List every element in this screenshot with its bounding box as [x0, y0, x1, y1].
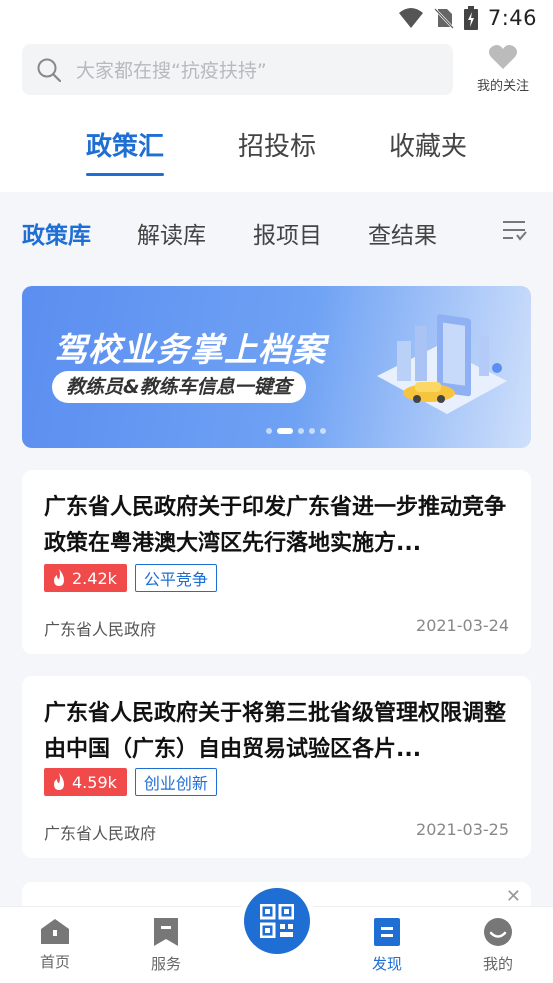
- nav-home[interactable]: 首页: [25, 917, 85, 972]
- profile-icon: [484, 918, 512, 946]
- tab-policy[interactable]: 政策汇: [86, 126, 165, 176]
- hot-count-badge: 4.59k: [44, 768, 127, 796]
- heart-icon: [488, 45, 518, 69]
- tab-bidding-label: 招投标: [238, 132, 317, 162]
- subtab-apply-project[interactable]: 报项目: [253, 216, 322, 250]
- flame-icon: [54, 569, 64, 586]
- sub-tabs: 政策库 解读库 报项目 查结果: [0, 192, 553, 270]
- clock: 7:46: [487, 6, 537, 30]
- subtab-policy-library[interactable]: 政策库: [22, 216, 91, 250]
- banner-pagination: [266, 428, 326, 434]
- tab-favorites[interactable]: 收藏夹: [389, 126, 467, 163]
- policy-card[interactable]: 广东省人民政府关于将第三批省级管理权限调整由中国（广东）自由贸易试验区各片...…: [22, 676, 531, 858]
- policy-card[interactable]: 广东省人民政府关于印发广东省进一步推动竞争政策在粤港澳大湾区先行落地实施方...…: [22, 470, 531, 654]
- policy-title: 广东省人民政府关于将第三批省级管理权限调整由中国（广东）自由贸易试验区各片...: [44, 701, 507, 762]
- hot-count-badge: 2.42k: [44, 564, 127, 592]
- hot-count: 4.59k: [72, 772, 117, 792]
- status-bar: 7:46: [0, 0, 553, 38]
- policy-tags: 4.59k 创业创新: [44, 768, 217, 796]
- search-placeholder: 大家都在搜“抗疫扶持”: [76, 60, 267, 82]
- banner-headline: 驾校业务掌上档案: [54, 330, 326, 369]
- nav-profile-label: 我的: [482, 955, 513, 973]
- discover-icon: [374, 918, 400, 946]
- close-icon[interactable]: ✕: [506, 886, 521, 907]
- search-input[interactable]: 大家都在搜“抗疫扶持”: [22, 44, 453, 95]
- banner-subline: 教练员&教练车信息一键查: [52, 371, 306, 403]
- policy-title: 广东省人民政府关于印发广东省进一步推动竞争政策在粤港澳大湾区先行落地实施方...: [44, 495, 507, 556]
- category-tag[interactable]: 创业创新: [134, 768, 217, 796]
- promo-banner[interactable]: 驾校业务掌上档案 教练员&教练车信息一键查: [22, 286, 531, 448]
- tab-favorites-label: 收藏夹: [389, 132, 468, 162]
- nav-discover[interactable]: 发现: [357, 917, 417, 974]
- policy-date: 2021-03-24: [416, 616, 509, 635]
- pagination-dot[interactable]: [266, 428, 272, 434]
- pagination-dot-active[interactable]: [277, 428, 293, 434]
- active-tab-underline: [86, 173, 165, 176]
- category-tag[interactable]: 公平竞争: [134, 564, 217, 592]
- wifi-icon: [398, 8, 423, 28]
- tab-bidding[interactable]: 招投标: [238, 126, 316, 163]
- qr-code-icon: [260, 904, 294, 938]
- pagination-dot[interactable]: [309, 428, 315, 434]
- no-sim-icon: [433, 8, 454, 29]
- nav-profile[interactable]: 我的: [468, 917, 528, 974]
- car-city-illustration: [377, 314, 507, 414]
- search-icon: [37, 58, 62, 82]
- nav-services[interactable]: 服务: [136, 917, 196, 974]
- nav-home-label: 首页: [39, 953, 70, 971]
- policy-date: 2021-03-25: [416, 820, 509, 839]
- flame-icon: [54, 773, 64, 790]
- hot-count: 2.42k: [72, 568, 117, 588]
- top-tabs: 政策汇 招投标 收藏夹: [0, 126, 553, 176]
- battery-icon: [463, 6, 478, 30]
- pagination-dot[interactable]: [320, 428, 326, 434]
- filter-menu-icon[interactable]: [501, 218, 527, 244]
- nav-services-label: 服务: [150, 955, 181, 973]
- my-follow-label: 我的关注: [476, 79, 529, 94]
- subtab-check-results[interactable]: 查结果: [368, 216, 437, 250]
- subtab-interpretation[interactable]: 解读库: [137, 216, 206, 250]
- pagination-dot[interactable]: [298, 428, 304, 434]
- nav-discover-label: 发现: [371, 955, 402, 973]
- qr-scan-button[interactable]: [244, 888, 310, 954]
- bookmark-icon: [154, 918, 178, 946]
- tab-policy-label: 政策汇: [86, 132, 165, 162]
- policy-source: 广东省人民政府: [44, 824, 157, 843]
- home-icon: [41, 919, 69, 944]
- policy-tags: 2.42k 公平竞争: [44, 564, 217, 592]
- my-follow-button[interactable]: 我的关注: [466, 44, 540, 98]
- policy-source: 广东省人民政府: [44, 620, 157, 639]
